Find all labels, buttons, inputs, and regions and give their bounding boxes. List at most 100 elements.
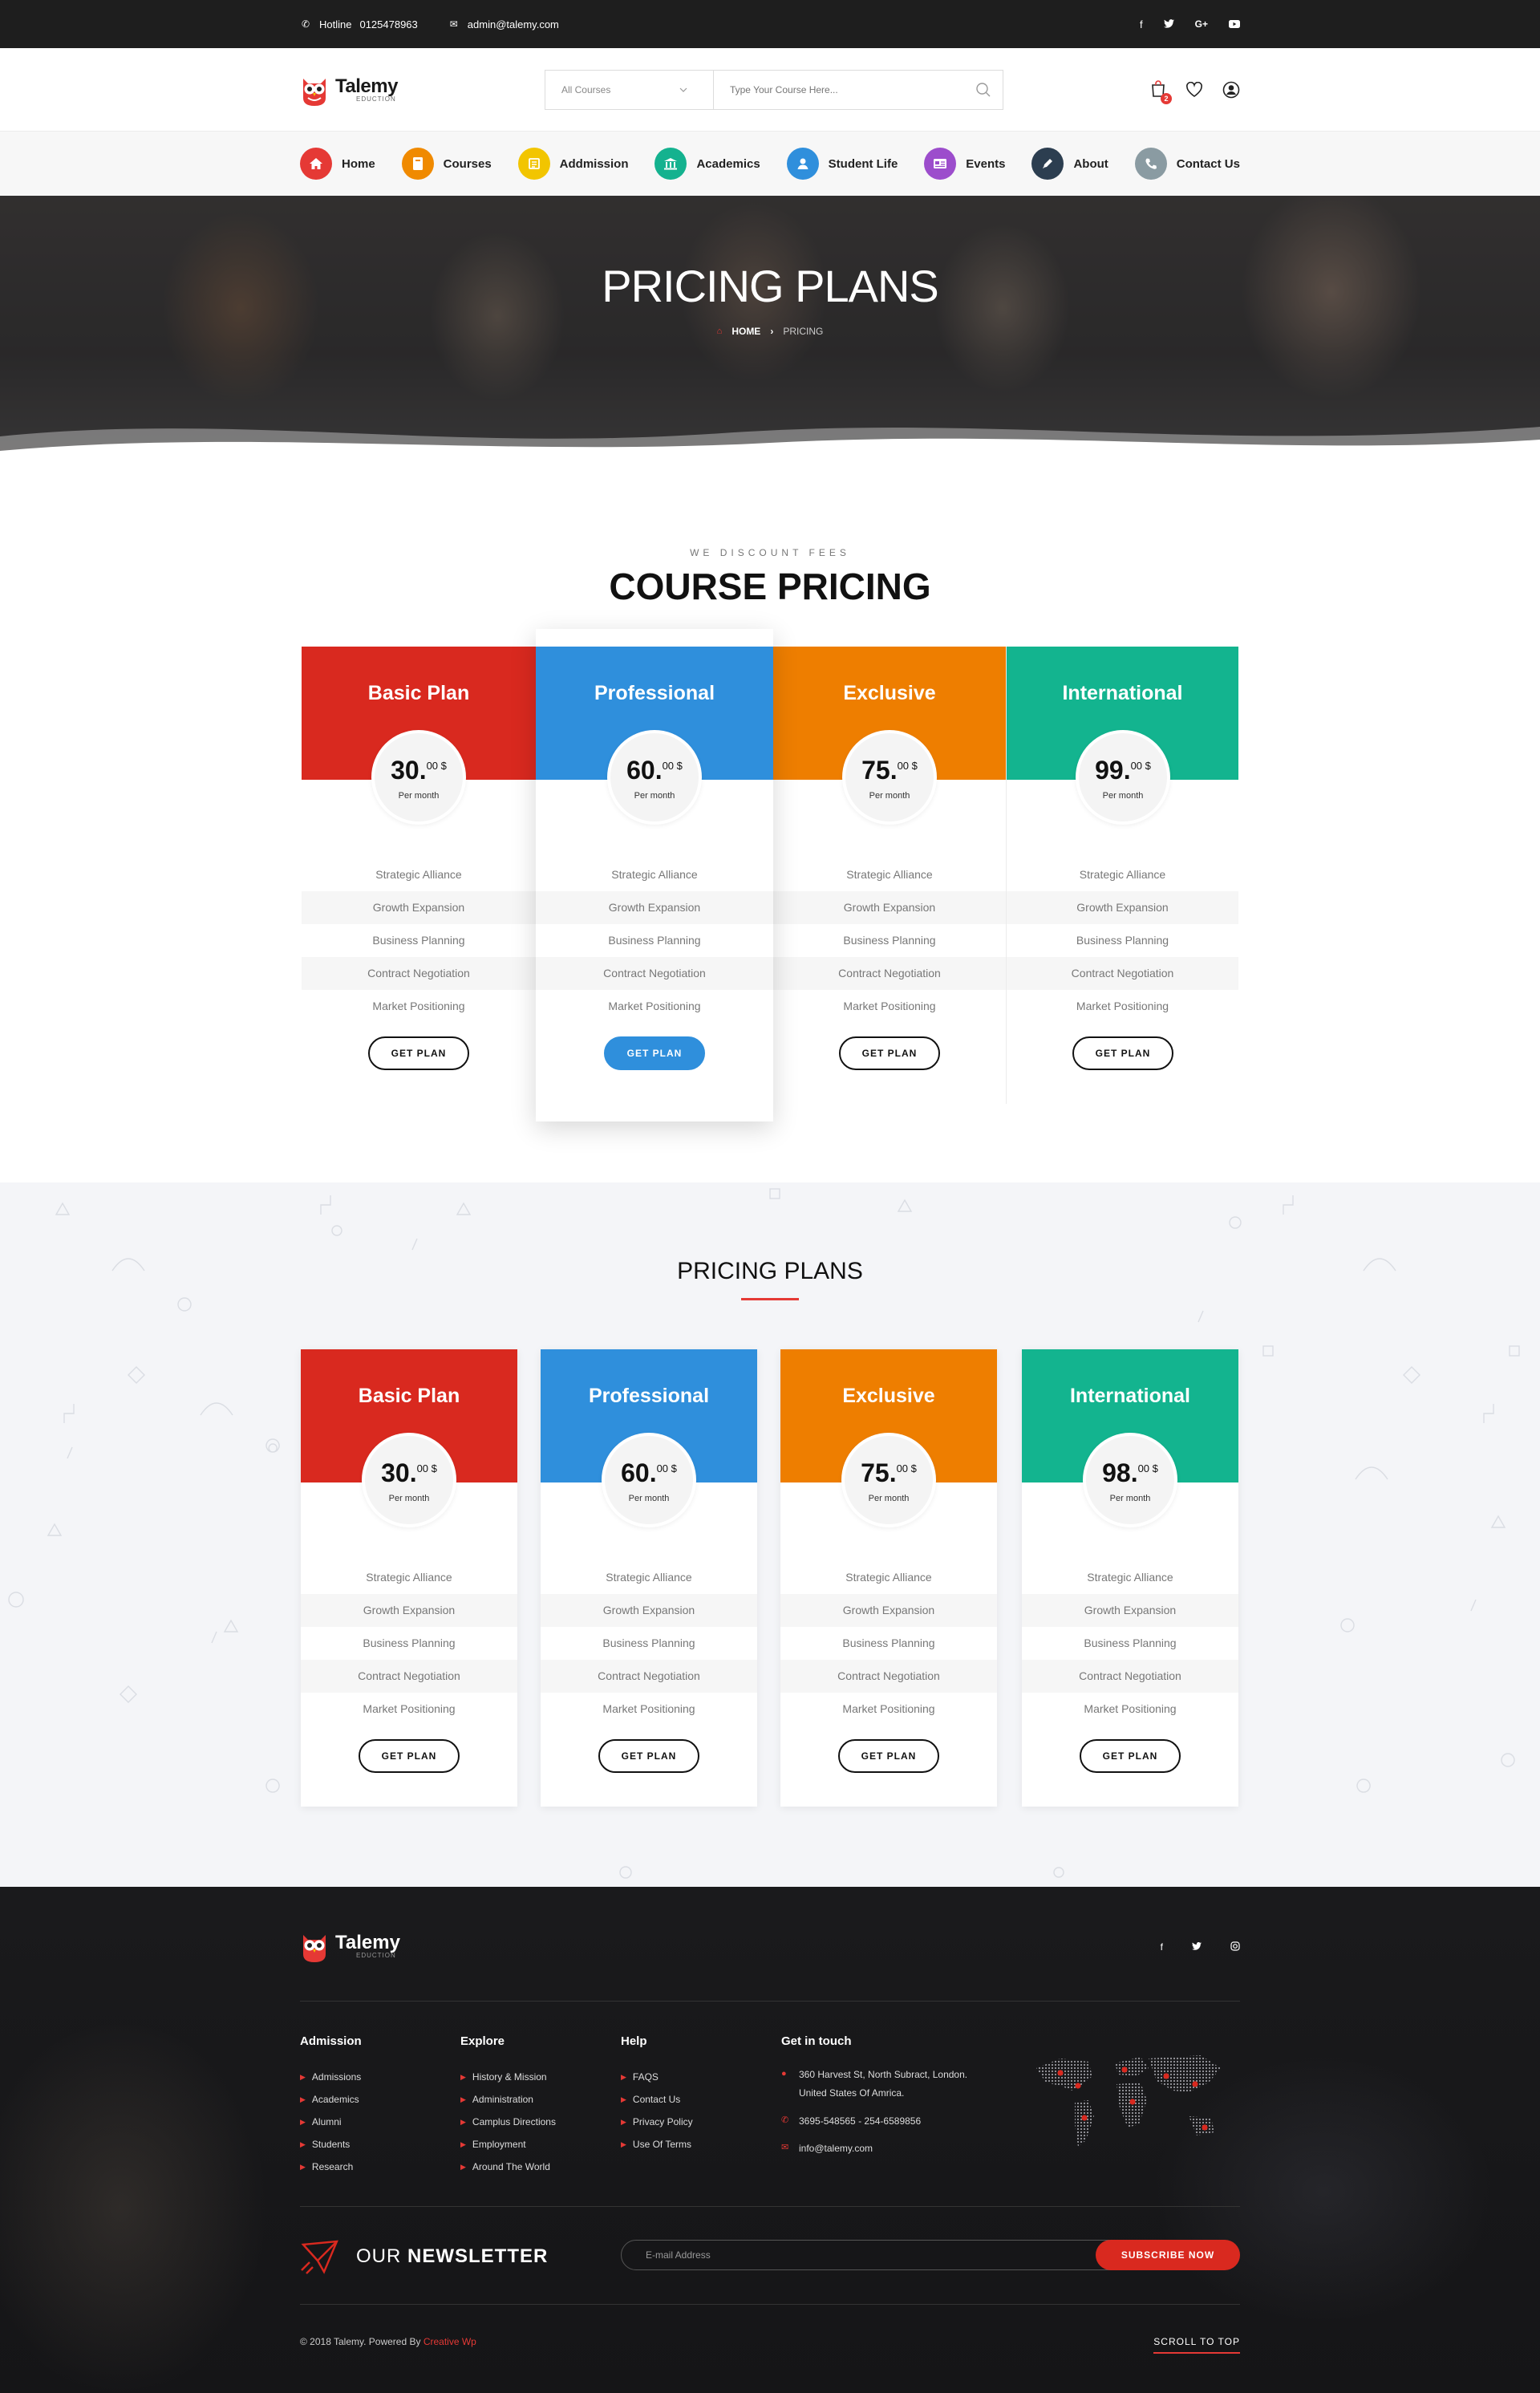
footer-column-title: Get in touch: [781, 2034, 852, 2048]
home-icon: ⌂: [716, 327, 723, 336]
footer-link[interactable]: ▶ Around The World: [460, 2156, 556, 2178]
plan-period: Per month: [868, 1494, 910, 1503]
facebook-icon[interactable]: f: [1140, 18, 1143, 30]
cart-count-badge: 2: [1161, 92, 1172, 104]
footer-link[interactable]: ▶ Admissions: [300, 2066, 362, 2088]
footer-link[interactable]: ▶ Academics: [300, 2088, 362, 2111]
footer-link-label: History & Mission: [472, 2071, 547, 2083]
footer-link[interactable]: ▶ Contact Us: [621, 2088, 693, 2111]
plan-feature: Business Planning: [372, 934, 465, 947]
caret-right-icon: ▶: [621, 2140, 626, 2148]
footer-logo[interactable]: Talemy EDUCTION: [300, 1930, 400, 1962]
page-hero: PRICING PLANS ⌂ HOME › PRICING: [0, 196, 1540, 460]
nav-item-contact-us[interactable]: Contact Us: [1134, 148, 1240, 180]
plan-name: Basic Plan: [367, 682, 470, 704]
footer-link-label: Administration: [472, 2094, 533, 2105]
top-email[interactable]: ✉ admin@talemy.com: [448, 18, 559, 30]
footer-link[interactable]: ▶ Privacy Policy: [621, 2111, 693, 2133]
twitter-icon[interactable]: [1192, 1941, 1202, 1953]
plan-name: International: [1069, 1385, 1190, 1407]
pricing-plan: Professional 60.00 $ Per month Strategic Al…: [536, 629, 773, 1121]
nav-item-addmission[interactable]: Addmission: [517, 148, 629, 180]
plan-price: 30.00 $: [375, 756, 463, 785]
user-account-icon[interactable]: [1222, 81, 1240, 99]
footer-link[interactable]: ▶ Students: [300, 2133, 362, 2156]
plan-price-badge: 99.00 $ Per month: [1076, 730, 1170, 825]
breadcrumb-current: PRICING: [783, 326, 824, 337]
plan-price-amount: 75.: [861, 1458, 897, 1487]
footer-phone[interactable]: ✆ 3695-548565 - 254-6589856: [781, 2112, 967, 2131]
plan-feature: Business Planning: [608, 934, 701, 947]
caret-right-icon: ▶: [300, 2095, 306, 2103]
get-plan-button[interactable]: GET PLAN: [839, 1036, 940, 1070]
get-plan-button[interactable]: GET PLAN: [1080, 1739, 1181, 1773]
facebook-icon[interactable]: f: [1161, 1941, 1163, 1953]
nav-item-events[interactable]: Events: [924, 148, 1006, 180]
footer-link-label: Research: [311, 2161, 354, 2172]
footer-link[interactable]: ▶ FAQS: [621, 2066, 693, 2088]
category-select[interactable]: All Courses: [545, 71, 714, 109]
plan-feature: Contract Negotiation: [536, 957, 773, 990]
footer-link[interactable]: ▶ Use Of Terms: [621, 2133, 693, 2156]
footer-link-label: Camplus Directions: [472, 2116, 556, 2127]
nav-item-academics[interactable]: Academics: [654, 148, 760, 180]
plan-price-badge: 60.00 $ Per month: [602, 1433, 696, 1527]
footer-link[interactable]: ▶ Alumni: [300, 2111, 362, 2133]
top-bar: ✆ Hotline 0125478963 ✉ admin@talemy.com …: [0, 0, 1540, 48]
search-input[interactable]: [713, 71, 964, 109]
cart-button[interactable]: 2: [1150, 79, 1172, 104]
plan-name: Professional: [588, 1385, 710, 1407]
scroll-to-top-link[interactable]: SCROLL TO TOP: [1153, 2336, 1240, 2354]
nav-item-courses[interactable]: Courses: [401, 148, 492, 180]
google-plus-icon[interactable]: G+: [1195, 18, 1208, 30]
breadcrumb-separator: ›: [770, 326, 774, 337]
get-plan-button[interactable]: GET PLAN: [598, 1739, 699, 1773]
plan-feature: Business Planning: [842, 1637, 935, 1649]
footer-link[interactable]: ▶ Research: [300, 2156, 362, 2178]
nav-item-student-life[interactable]: Student Life: [786, 148, 898, 180]
mail-icon: ✉: [781, 2143, 789, 2153]
nav-label: Academics: [696, 156, 760, 171]
twitter-icon[interactable]: [1163, 18, 1174, 30]
nav-label: Contact Us: [1176, 156, 1240, 171]
background-pattern: [8, 1188, 1520, 1879]
footer-email[interactable]: ✉ info@talemy.com: [781, 2140, 967, 2158]
footer-link[interactable]: ▶ Employment: [460, 2133, 556, 2156]
get-plan-button[interactable]: GET PLAN: [604, 1036, 705, 1070]
hotline-label: Hotline: [319, 18, 352, 30]
hotline[interactable]: ✆ Hotline 0125478963: [300, 18, 418, 30]
get-plan-button[interactable]: GET PLAN: [359, 1739, 460, 1773]
plan-feature: Market Positioning: [602, 1702, 695, 1715]
search-button[interactable]: [964, 82, 1003, 98]
get-plan-button[interactable]: GET PLAN: [368, 1036, 469, 1070]
footer-link[interactable]: ▶ Administration: [460, 2088, 556, 2111]
plan-feature: Strategic Alliance: [845, 1571, 932, 1584]
get-plan-button[interactable]: GET PLAN: [838, 1739, 939, 1773]
home-icon: [300, 148, 332, 180]
subscribe-button[interactable]: SUBSCRIBE NOW: [1096, 2240, 1240, 2270]
heart-icon[interactable]: [1185, 82, 1203, 98]
plan-price-amount: 30.: [391, 756, 427, 785]
plan-period: Per month: [398, 791, 440, 801]
plan-feature: Strategic Alliance: [846, 868, 933, 881]
nav-item-home[interactable]: Home: [300, 148, 375, 180]
breadcrumb-home[interactable]: HOME: [732, 326, 760, 337]
site-logo[interactable]: Talemy EDUCTION: [300, 74, 398, 106]
instagram-icon[interactable]: [1230, 1941, 1240, 1953]
paper-plane-icon: [301, 2240, 338, 2274]
copyright-link[interactable]: Creative Wp: [424, 2336, 476, 2347]
footer-divider: [300, 2206, 1240, 2207]
hero-wave: [0, 427, 1540, 460]
get-plan-button[interactable]: GET PLAN: [1072, 1036, 1173, 1070]
newsletter-email-placeholder: E-mail Address: [646, 2249, 711, 2261]
plan-period: Per month: [1109, 1494, 1151, 1503]
footer-column-title: Admission: [300, 2034, 362, 2048]
nav-item-about[interactable]: About: [1031, 148, 1108, 180]
nav-label: Events: [966, 156, 1006, 171]
footer-link[interactable]: ▶ History & Mission: [460, 2066, 556, 2088]
footer-link-label: Students: [311, 2139, 351, 2150]
plan-price-badge: 60.00 $ Per month: [607, 730, 702, 825]
youtube-icon[interactable]: [1229, 18, 1240, 30]
footer-link[interactable]: ▶ Camplus Directions: [460, 2111, 556, 2133]
plan-feature: Business Planning: [843, 934, 936, 947]
